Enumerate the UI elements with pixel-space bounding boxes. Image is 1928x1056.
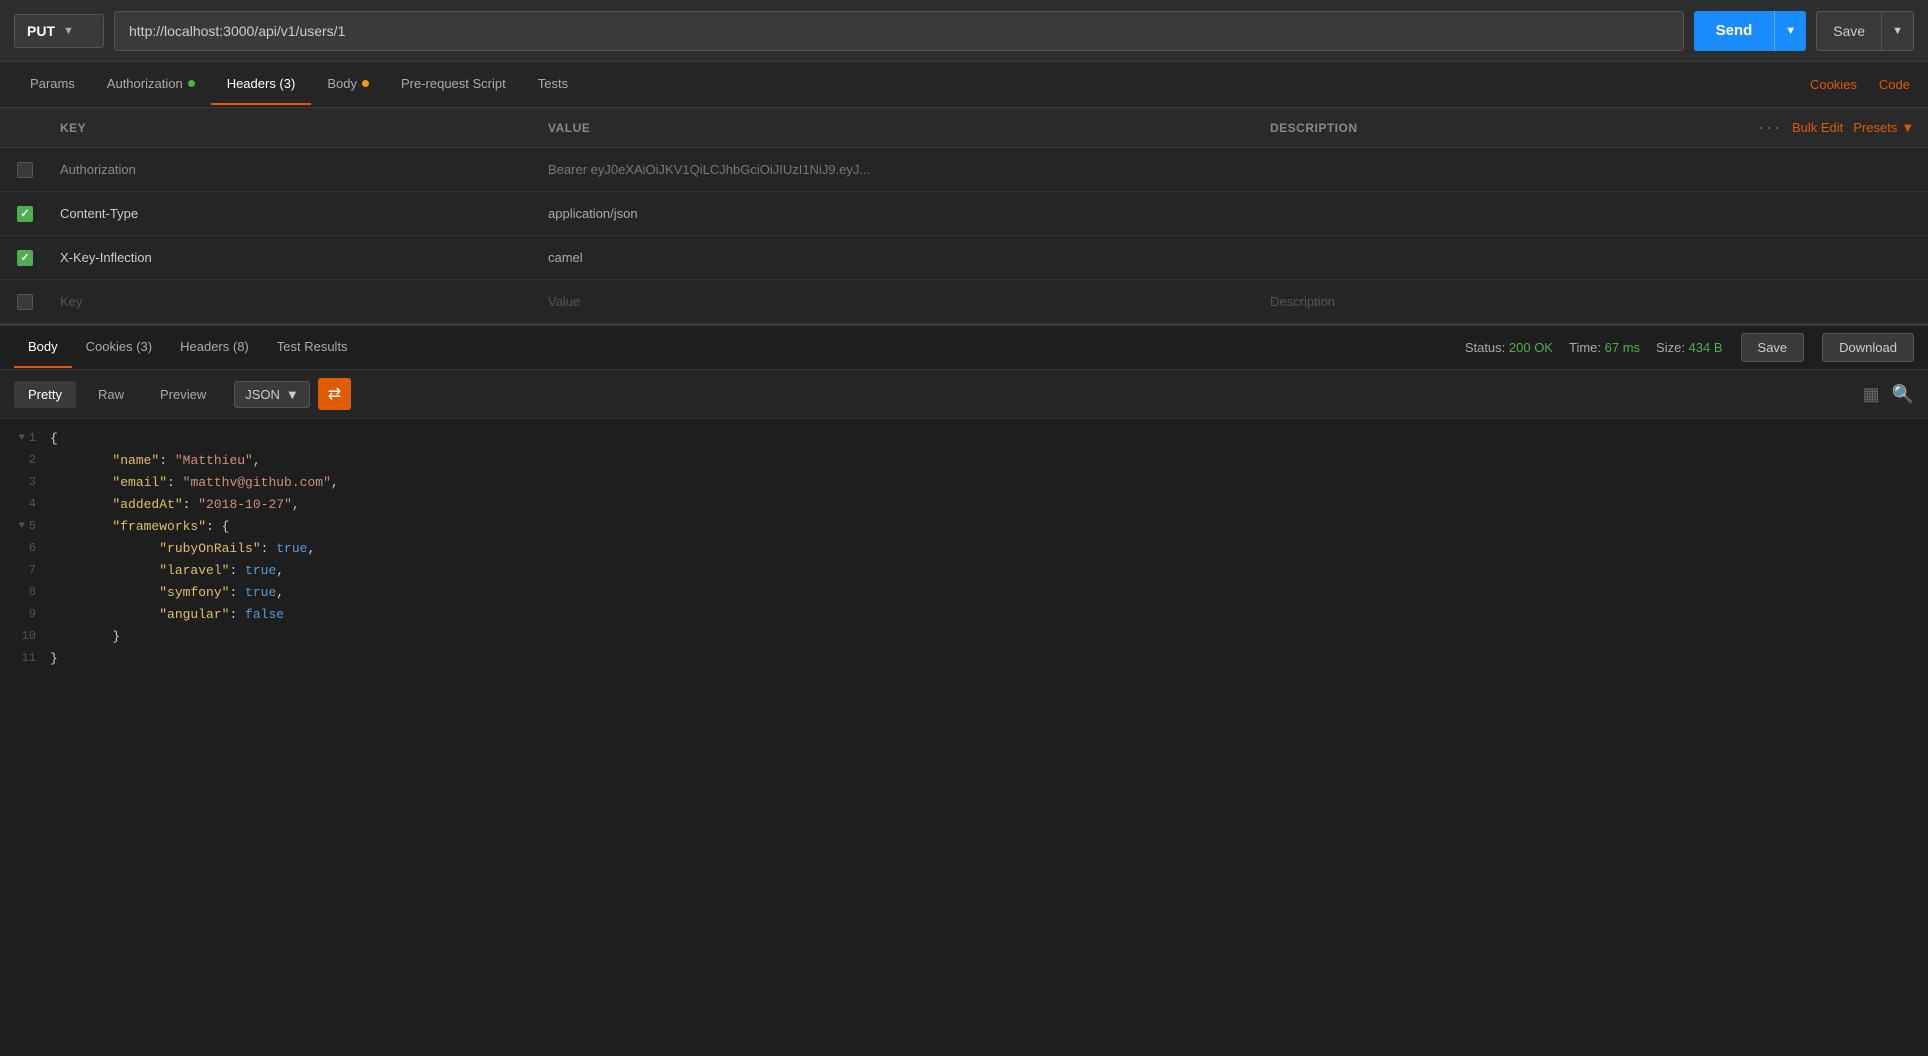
search-button[interactable]: 🔍 <box>1892 384 1914 405</box>
table-header-row: KEY VALUE DESCRIPTION ··· Bulk Edit Pres… <box>0 108 1928 148</box>
size-label: Size: 434 B <box>1656 340 1723 355</box>
key-col-header: KEY <box>50 121 538 135</box>
code-line-6: 6 "rubyOnRails": true, <box>0 539 1928 561</box>
resp-tab-test-results[interactable]: Test Results <box>263 327 362 368</box>
code-line-1: ▼1 { <box>0 429 1928 451</box>
status-value: 200 OK <box>1509 340 1553 355</box>
presets-button[interactable]: Presets ▼ <box>1853 120 1914 135</box>
copy-button[interactable]: ▦ <box>1863 384 1880 405</box>
save-dropdown-arrow[interactable]: ▼ <box>1881 12 1913 50</box>
bulk-edit-button[interactable]: Bulk Edit <box>1792 120 1843 135</box>
send-button-group: Send ▼ <box>1694 11 1807 51</box>
row2-checkbox[interactable] <box>0 206 50 222</box>
resp-tab-headers[interactable]: Headers (8) <box>166 327 263 368</box>
value-col-header: VALUE <box>538 121 1260 135</box>
resp-tab-cookies[interactable]: Cookies (3) <box>72 327 166 368</box>
size-value: 434 B <box>1689 340 1723 355</box>
response-tab-right: Status: 200 OK Time: 67 ms Size: 434 B S… <box>1465 333 1914 362</box>
response-download-button[interactable]: Download <box>1822 333 1914 362</box>
tab-pre-request[interactable]: Pre-request Script <box>385 64 522 105</box>
search-icon: 🔍 <box>1892 384 1914 404</box>
tab-params[interactable]: Params <box>14 64 91 105</box>
format-bar: Pretty Raw Preview JSON ▼ ⇄ ▦ 🔍 <box>0 370 1928 419</box>
code-line-7: 7 "laravel": true, <box>0 561 1928 583</box>
checkbox-unchecked[interactable] <box>17 294 33 310</box>
tab-body[interactable]: Body <box>311 64 385 105</box>
code-line-10: 10 } <box>0 627 1928 649</box>
method-label: PUT <box>27 23 55 39</box>
code-line-3: 3 "email": "matthv@github.com", <box>0 473 1928 495</box>
row1-key[interactable]: Authorization <box>50 162 538 177</box>
code-line-11: 11 } <box>0 649 1928 671</box>
fmt-tab-raw[interactable]: Raw <box>84 381 138 408</box>
row2-key[interactable]: Content-Type <box>50 206 538 221</box>
format-select-arrow: ▼ <box>286 387 299 402</box>
save-button-group: Save ▼ <box>1816 11 1914 51</box>
desc-col-header: DESCRIPTION <box>1260 121 1748 135</box>
time-value: 67 ms <box>1605 340 1640 355</box>
code-link[interactable]: Code <box>1875 65 1914 104</box>
more-options-icon[interactable]: ··· <box>1758 117 1782 138</box>
top-bar: PUT ▼ Send ▼ Save ▼ <box>0 0 1928 62</box>
code-line-5: ▼5 "frameworks": { <box>0 517 1928 539</box>
row3-checkbox[interactable] <box>0 250 50 266</box>
row4-checkbox[interactable] <box>0 294 50 310</box>
presets-arrow-icon: ▼ <box>1901 120 1914 135</box>
row3-key[interactable]: X-Key-Inflection <box>50 250 538 265</box>
word-wrap-icon: ⇄ <box>328 384 341 404</box>
actions-col-header: ··· Bulk Edit Presets ▼ <box>1748 117 1928 138</box>
url-input[interactable] <box>114 11 1684 51</box>
cookies-link[interactable]: Cookies <box>1806 65 1861 104</box>
row1-value[interactable]: Bearer eyJ0eXAiOiJKV1QiLCJhbGciOiJIUzI1N… <box>538 162 1260 177</box>
copy-icon: ▦ <box>1863 384 1880 404</box>
code-line-2: 2 "name": "Matthieu", <box>0 451 1928 473</box>
fmt-tab-preview[interactable]: Preview <box>146 381 220 408</box>
tab-tests[interactable]: Tests <box>522 64 584 105</box>
code-line-9: 9 "angular": false <box>0 605 1928 627</box>
tab-headers[interactable]: Headers (3) <box>211 64 312 105</box>
response-tabs: Body Cookies (3) Headers (8) Test Result… <box>0 324 1928 370</box>
row4-key[interactable]: Key <box>50 294 538 309</box>
method-dropdown[interactable]: PUT ▼ <box>14 14 104 48</box>
main-content: Params Authorization Headers (3) Body Pr… <box>0 62 1928 1056</box>
format-bar-right: ▦ 🔍 <box>1863 384 1914 405</box>
request-tabs: Params Authorization Headers (3) Body Pr… <box>0 62 1928 108</box>
send-dropdown-arrow[interactable]: ▼ <box>1774 11 1806 51</box>
body-dot <box>362 80 369 87</box>
tab-authorization[interactable]: Authorization <box>91 64 211 105</box>
row3-value[interactable]: camel <box>538 250 1260 265</box>
row4-value[interactable]: Value <box>538 294 1260 309</box>
status-label: Status: 200 OK <box>1465 340 1553 355</box>
authorization-dot <box>188 80 195 87</box>
row2-value[interactable]: application/json <box>538 206 1260 221</box>
code-line-8: 8 "symfony": true, <box>0 583 1928 605</box>
row4-desc[interactable]: Description <box>1260 294 1748 309</box>
time-label: Time: 67 ms <box>1569 340 1640 355</box>
save-button[interactable]: Save <box>1817 23 1881 39</box>
method-dropdown-arrow: ▼ <box>63 25 74 37</box>
send-button[interactable]: Send <box>1694 11 1775 51</box>
code-viewer: ▼1 { 2 "name": "Matthieu", 3 "email": "m… <box>0 419 1928 1056</box>
response-save-button[interactable]: Save <box>1741 333 1805 362</box>
table-row: Authorization Bearer eyJ0eXAiOiJKV1QiLCJ… <box>0 148 1928 192</box>
headers-section: KEY VALUE DESCRIPTION ··· Bulk Edit Pres… <box>0 108 1928 324</box>
table-row-placeholder: Key Value Description <box>0 280 1928 324</box>
status-area: Status: 200 OK Time: 67 ms Size: 434 B <box>1465 340 1723 355</box>
checkbox-unchecked[interactable] <box>17 162 33 178</box>
code-line-4: 4 "addedAt": "2018-10-27", <box>0 495 1928 517</box>
fmt-tab-pretty[interactable]: Pretty <box>14 381 76 408</box>
checkbox-checked[interactable] <box>17 250 33 266</box>
resp-tab-body[interactable]: Body <box>14 327 72 368</box>
request-tab-right: Cookies Code <box>1806 65 1914 104</box>
table-row: X-Key-Inflection camel <box>0 236 1928 280</box>
row1-checkbox[interactable] <box>0 162 50 178</box>
word-wrap-button[interactable]: ⇄ <box>318 378 351 410</box>
table-row: Content-Type application/json <box>0 192 1928 236</box>
format-select[interactable]: JSON ▼ <box>234 381 310 408</box>
checkbox-checked[interactable] <box>17 206 33 222</box>
